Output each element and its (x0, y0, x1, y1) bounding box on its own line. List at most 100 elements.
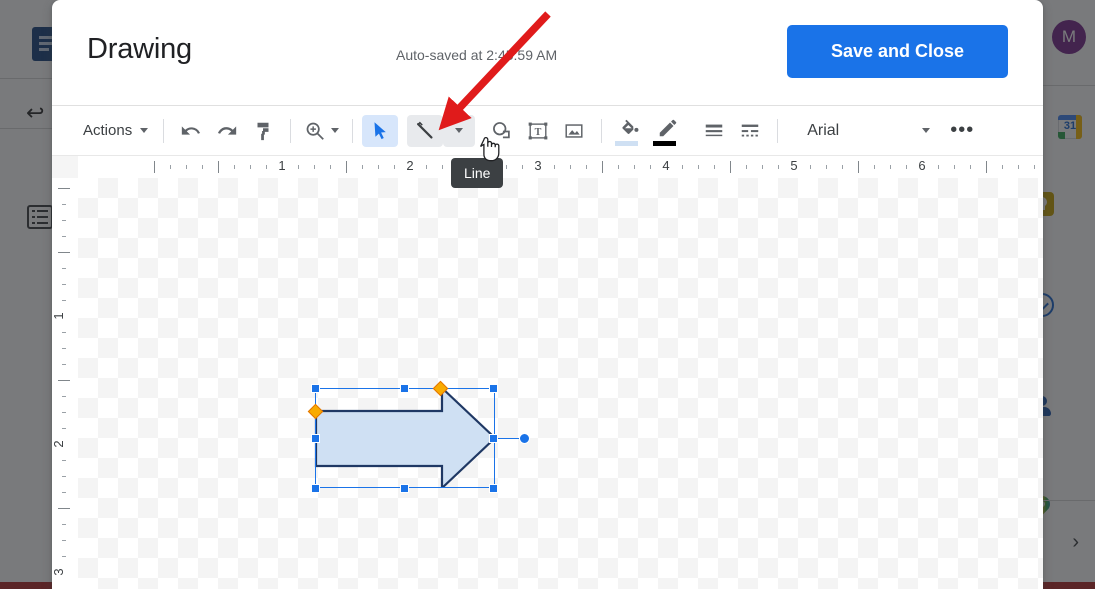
ruler-tick (762, 165, 763, 169)
undo-button[interactable] (173, 115, 209, 147)
ruler-tick (58, 508, 70, 509)
ruler-tick (62, 332, 66, 333)
horizontal-ruler[interactable]: 1 2 3 4 5 6 (78, 156, 1043, 179)
line-color-button[interactable] (649, 115, 687, 147)
ruler-tick (618, 165, 619, 169)
fill-color-button[interactable] (611, 115, 649, 147)
zoom-button[interactable] (300, 115, 343, 147)
mouse-pointer-hand-icon (480, 136, 500, 162)
ruler-tick (906, 165, 907, 169)
divider (352, 118, 354, 143)
ruler-tick (62, 236, 66, 237)
ruler-label: 3 (534, 158, 542, 173)
font-family-select[interactable]: Arial (787, 115, 936, 147)
ruler-tick (62, 284, 66, 285)
ruler-tick (58, 380, 70, 381)
paint-bucket-icon (622, 119, 639, 134)
chevron-down-icon (922, 128, 931, 133)
page-title: Drawing (87, 33, 192, 65)
text-box-button[interactable]: T (520, 115, 556, 147)
select-tool-button[interactable] (362, 114, 399, 147)
ruler-tick (170, 165, 171, 169)
ruler-tick (62, 348, 66, 349)
ruler-tick (62, 476, 66, 477)
divider (601, 118, 603, 143)
resize-handle-s[interactable] (399, 483, 409, 493)
fill-color-swatch (615, 140, 639, 146)
ruler-tick (394, 165, 395, 169)
line-tool-button[interactable] (407, 114, 444, 147)
vertical-ruler[interactable]: 1 2 3 (52, 178, 79, 589)
line-dash-icon (741, 124, 759, 136)
drawing-toolbar: Actions T Arial ••• (52, 106, 1043, 156)
more-options-button[interactable]: ••• (945, 115, 979, 147)
line-icon (417, 121, 433, 139)
ruler-tick (746, 165, 747, 169)
ruler-tick (362, 165, 363, 169)
drawing-canvas[interactable] (78, 178, 1043, 589)
ruler-tick (154, 161, 155, 173)
ruler-tick (522, 165, 523, 169)
ruler-tick (938, 165, 939, 169)
ruler-tick (890, 165, 891, 169)
resize-handle-n[interactable] (399, 383, 409, 393)
chevron-down-icon (455, 128, 464, 133)
resize-handle-ne[interactable] (488, 383, 498, 393)
text-box-icon: T (528, 122, 548, 139)
ruler-tick (682, 165, 683, 169)
paint-roller-icon (257, 122, 269, 140)
actions-menu[interactable]: Actions (74, 115, 154, 147)
autosave-status: Auto-saved at 2:45:59 AM (396, 47, 558, 63)
ruler-tick (954, 165, 955, 169)
ruler-tick (298, 165, 299, 169)
redo-button[interactable] (209, 115, 245, 147)
line-weight-button[interactable] (696, 115, 732, 147)
save-and-close-button[interactable]: Save and Close (787, 25, 1008, 78)
line-weight-icon (705, 124, 723, 136)
ruler-label: 6 (918, 158, 926, 173)
ruler-tick (186, 165, 187, 169)
ruler-label: 2 (406, 158, 414, 173)
ruler-tick (554, 165, 555, 169)
redo-icon (218, 125, 237, 135)
ruler-tick (62, 204, 66, 205)
ruler-tick (62, 428, 66, 429)
ruler-tick (218, 161, 219, 173)
pencil-icon (659, 119, 677, 137)
line-color-swatch (653, 140, 677, 146)
ruler-label: 2 (52, 440, 67, 448)
resize-handle-w[interactable] (310, 433, 320, 443)
resize-handle-se[interactable] (488, 483, 498, 493)
ruler-tick (62, 396, 66, 397)
ruler-tick (62, 300, 66, 301)
divider (163, 118, 165, 143)
image-button[interactable] (556, 115, 592, 147)
ruler-tick (62, 556, 66, 557)
ruler-tick (62, 492, 66, 493)
ruler-tick (714, 165, 715, 169)
ruler-tick (202, 165, 203, 169)
resize-handle-e[interactable] (488, 433, 498, 443)
ruler-tick (62, 220, 66, 221)
ruler-tick (858, 161, 859, 173)
line-dash-button[interactable] (732, 115, 768, 147)
line-tool-dropdown[interactable] (443, 114, 476, 147)
rotation-handle[interactable] (519, 432, 530, 444)
chevron-down-icon (331, 128, 340, 133)
divider (290, 118, 292, 143)
ruler-tick (314, 165, 315, 169)
cursor-arrow-icon (374, 121, 386, 139)
ruler-tick (586, 165, 587, 169)
ruler-tick (698, 165, 699, 169)
ruler-tick (378, 165, 379, 169)
selected-shape-group[interactable] (289, 368, 530, 493)
ruler-tick (634, 165, 635, 169)
ruler-tick (266, 165, 267, 169)
dialog-header: Drawing Auto-saved at 2:45:59 AM Save an… (52, 0, 1043, 106)
ruler-tick (1034, 165, 1035, 169)
resize-handle-sw[interactable] (310, 483, 320, 493)
resize-handle-nw[interactable] (310, 383, 320, 393)
ruler-tick (730, 161, 731, 173)
ruler-tick (570, 165, 571, 169)
paint-format-button[interactable] (245, 115, 281, 147)
